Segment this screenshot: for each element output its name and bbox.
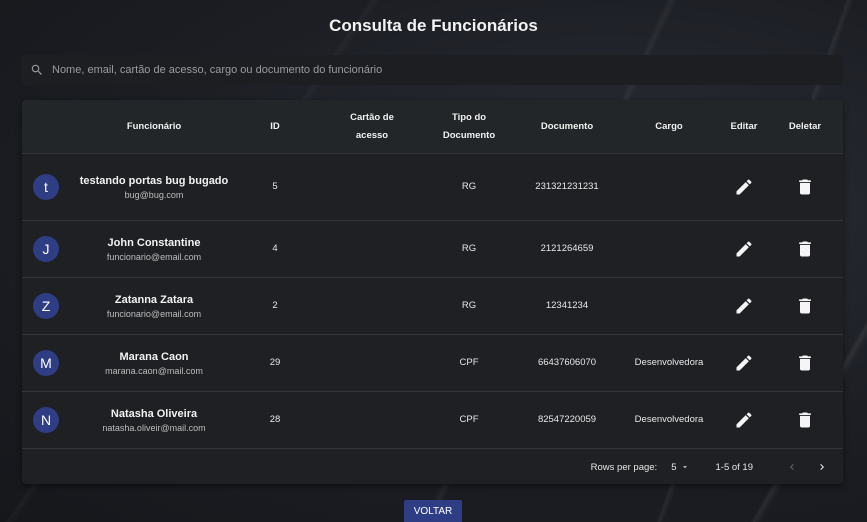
delete-button[interactable] (776, 353, 834, 373)
avatar: J (33, 236, 59, 262)
next-page-button[interactable] (811, 456, 833, 478)
funcionario-cell: Marana Caon marana.caon@mail.com (72, 349, 236, 377)
rows-per-page-select[interactable]: 5 (671, 462, 689, 473)
trash-icon (799, 355, 811, 371)
edit-button[interactable] (712, 353, 776, 373)
employee-name: Natasha Oliveira (110, 408, 198, 420)
header-tipo-documento: Tipo do Documento (442, 111, 496, 141)
pencil-icon (736, 298, 752, 314)
search-input[interactable] (52, 64, 843, 76)
documento-cell: 12341234 (545, 300, 589, 311)
employee-email: marana.caon@mail.com (105, 366, 203, 376)
previous-page-button[interactable] (781, 456, 803, 478)
employees-table: Funcionário ID Cartão de acesso Tipo do … (22, 100, 843, 484)
pencil-icon (736, 241, 752, 257)
header-cartao: Cartão de acesso (350, 111, 394, 141)
funcionario-cell: testando portas bug bugado bug@bug.com (72, 173, 236, 201)
id-cell: 5 (272, 181, 278, 192)
table-row: N Natasha Oliveira natasha.oliveir@mail.co… (22, 392, 843, 449)
chevron-right-icon (820, 464, 824, 470)
voltar-button[interactable]: VOLTAR (404, 500, 462, 522)
avatar-cell: J (22, 236, 72, 262)
delete-button[interactable] (776, 177, 834, 197)
chevron-left-icon (790, 464, 794, 470)
pencil-icon (736, 179, 752, 195)
funcionario-cell: Natasha Oliveira natasha.oliveir@mail.com (72, 406, 236, 434)
header-deletar: Deletar (788, 120, 822, 132)
documento-cell: 66437606070 (537, 357, 597, 368)
tipo-documento-cell: CPF (459, 414, 479, 425)
trash-icon (799, 241, 811, 257)
id-cell: 2 (272, 300, 278, 311)
documento-cell: 82547220059 (537, 414, 597, 425)
search-bar[interactable] (22, 55, 843, 85)
avatar: N (33, 407, 59, 433)
arrow-drop-down-icon (682, 466, 687, 469)
employee-name: Zatanna Zatara (114, 294, 194, 306)
avatar: t (33, 174, 59, 200)
pagination-range: 1-5 of 19 (715, 461, 754, 473)
rows-per-page-value: 5 (671, 461, 677, 473)
tipo-documento-cell: RG (461, 181, 477, 192)
trash-icon (799, 298, 811, 314)
employee-email: natasha.oliveir@mail.com (102, 423, 206, 433)
employee-email: bug@bug.com (124, 190, 184, 200)
header-documento: Documento (540, 120, 594, 132)
employee-name: John Constantine (107, 237, 201, 249)
delete-button[interactable] (776, 296, 834, 316)
table-row: J John Constantine funcionario@email.com 4 R… (22, 221, 843, 278)
header-funcionario: Funcionário (126, 120, 182, 132)
table-pagination: Rows per page: 5 1-5 of 19 (22, 450, 843, 484)
employee-name: testando portas bug bugado (79, 175, 229, 187)
id-cell: 29 (269, 357, 281, 368)
search-icon (31, 64, 42, 75)
cargo-cell: Desenvolvedora (634, 414, 704, 425)
edit-button[interactable] (712, 239, 776, 259)
avatar: M (33, 350, 59, 376)
page-title: Consulta de Funcionários (329, 16, 538, 35)
rows-per-page-label: Rows per page: (590, 461, 658, 473)
avatar-cell: Z (22, 293, 72, 319)
pencil-icon (736, 412, 752, 428)
table-row: M Marana Caon marana.caon@mail.com 29 CPF 664… (22, 335, 843, 392)
trash-icon (799, 412, 811, 428)
header-cargo: Cargo (655, 120, 683, 132)
cargo-cell: Desenvolvedora (634, 357, 704, 368)
header-editar: Editar (730, 120, 758, 132)
employee-email: funcionario@email.com (106, 309, 202, 319)
avatar-cell: t (22, 174, 72, 200)
delete-button[interactable] (776, 239, 834, 259)
table-row: t testando portas bug bugado bug@bug.com 5 R… (22, 154, 843, 221)
avatar: Z (33, 293, 59, 319)
header-id: ID (270, 120, 280, 132)
tipo-documento-cell: CPF (459, 357, 479, 368)
funcionario-cell: Zatanna Zatara funcionario@email.com (72, 292, 236, 320)
edit-button[interactable] (712, 296, 776, 316)
table-header: Funcionário ID Cartão de acesso Tipo do … (22, 100, 843, 154)
employee-email: funcionario@email.com (106, 252, 202, 262)
edit-button[interactable] (712, 410, 776, 430)
avatar-cell: M (22, 350, 72, 376)
delete-button[interactable] (776, 410, 834, 430)
tipo-documento-cell: RG (461, 243, 477, 254)
id-cell: 4 (272, 243, 278, 254)
documento-cell: 2121264659 (540, 243, 594, 254)
documento-cell: 231321231231 (535, 181, 599, 192)
tipo-documento-cell: RG (461, 300, 477, 311)
table-row: Z Zatanna Zatara funcionario@email.com 2 RG 1… (22, 278, 843, 335)
funcionario-cell: John Constantine funcionario@email.com (72, 235, 236, 263)
edit-button[interactable] (712, 177, 776, 197)
avatar-cell: N (22, 407, 72, 433)
trash-icon (799, 179, 811, 195)
employee-name: Marana Caon (119, 351, 189, 363)
pencil-icon (736, 355, 752, 371)
id-cell: 28 (269, 414, 281, 425)
